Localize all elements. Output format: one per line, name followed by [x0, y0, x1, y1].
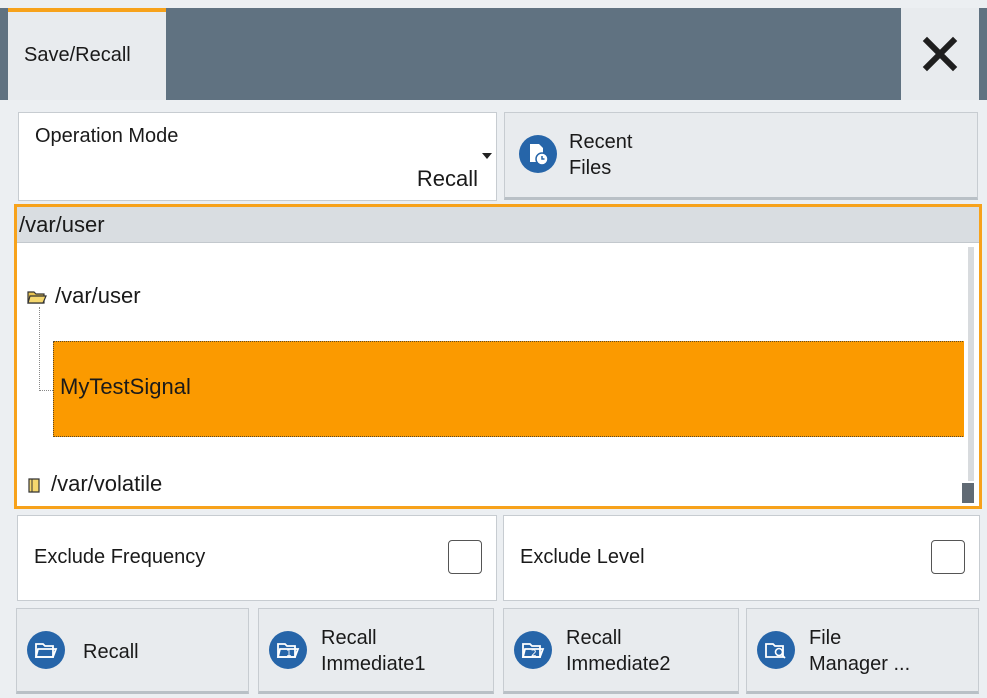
close-button[interactable] — [901, 8, 979, 100]
recent-files-label: Recent Files — [569, 129, 632, 181]
exclude-frequency-checkbox[interactable] — [448, 540, 482, 574]
scrollbar-thumb[interactable] — [962, 483, 974, 503]
exclude-frequency-label: Exclude Frequency — [34, 546, 206, 568]
tree-item-mytestsignal[interactable]: MyTestSignal — [53, 341, 965, 437]
folder-open-icon — [27, 631, 65, 669]
recall-immediate-2-icon: 2 — [514, 631, 552, 669]
folder-icon — [28, 478, 40, 493]
save-recall-dialog: Save/Recall Operation Mode Recall Recent… — [0, 0, 987, 698]
tree-connector — [39, 307, 53, 391]
file-manager-label: File Manager ... — [809, 625, 910, 677]
recall-immediate2-line2: Immediate2 — [566, 653, 671, 675]
recent-files-label-line1: Recent — [569, 131, 633, 153]
recent-files-label-line2: Files — [569, 157, 612, 179]
recall-immediate-1-icon: 1 — [269, 631, 307, 669]
recall-immediate2-label: Recall Immediate2 — [566, 625, 671, 677]
operation-mode-value: Recall — [416, 166, 478, 191]
file-tree: /var/user /var/user MyTestSignal /var/vo… — [14, 204, 982, 509]
recent-files-button[interactable]: Recent Files — [504, 112, 978, 200]
svg-text:1: 1 — [286, 649, 292, 659]
title-bar: Save/Recall — [0, 8, 987, 100]
folder-open-icon — [27, 291, 47, 304]
operation-mode-label: Operation Mode — [35, 125, 179, 147]
recall-immediate1-button[interactable]: 1 Recall Immediate1 — [258, 608, 494, 694]
current-path: /var/user — [19, 212, 105, 237]
scrollbar[interactable] — [962, 247, 976, 505]
recall-label: Recall — [83, 641, 139, 663]
recall-immediate2-line1: Recall — [566, 627, 622, 649]
recent-files-icon — [519, 135, 557, 173]
file-manager-line1: File — [809, 627, 842, 649]
tab-label: Save/Recall — [24, 44, 131, 66]
tree-header: /var/user — [17, 207, 979, 243]
tab-save-recall[interactable]: Save/Recall — [8, 8, 166, 100]
svg-text:2: 2 — [531, 649, 537, 659]
exclude-level-panel: Exclude Level — [503, 515, 980, 601]
file-manager-icon — [757, 631, 795, 669]
recall-button[interactable]: Recall — [16, 608, 249, 694]
tree-item-label: /var/volatile — [51, 471, 163, 496]
tree-item-var-user[interactable]: /var/user — [27, 283, 141, 309]
operation-mode-select[interactable]: Operation Mode Recall — [18, 112, 497, 201]
chevron-down-icon — [482, 153, 492, 159]
exclude-level-checkbox[interactable] — [931, 540, 965, 574]
file-manager-button[interactable]: File Manager ... — [746, 608, 979, 694]
file-manager-line2: Manager ... — [809, 653, 911, 675]
tree-item-var-volatile[interactable]: /var/volatile — [27, 471, 162, 497]
recall-immediate1-line2: Immediate1 — [321, 653, 426, 675]
tree-item-label: MyTestSignal — [60, 374, 191, 399]
tree-item-label: /var/user — [55, 283, 141, 308]
scrollbar-track[interactable] — [968, 247, 974, 481]
exclude-level-label: Exclude Level — [520, 546, 645, 568]
exclude-frequency-panel: Exclude Frequency — [17, 515, 497, 601]
recall-immediate2-button[interactable]: 2 Recall Immediate2 — [503, 608, 739, 694]
recall-immediate1-label: Recall Immediate1 — [321, 625, 426, 677]
recall-immediate1-line1: Recall — [321, 627, 377, 649]
close-icon — [922, 36, 958, 72]
